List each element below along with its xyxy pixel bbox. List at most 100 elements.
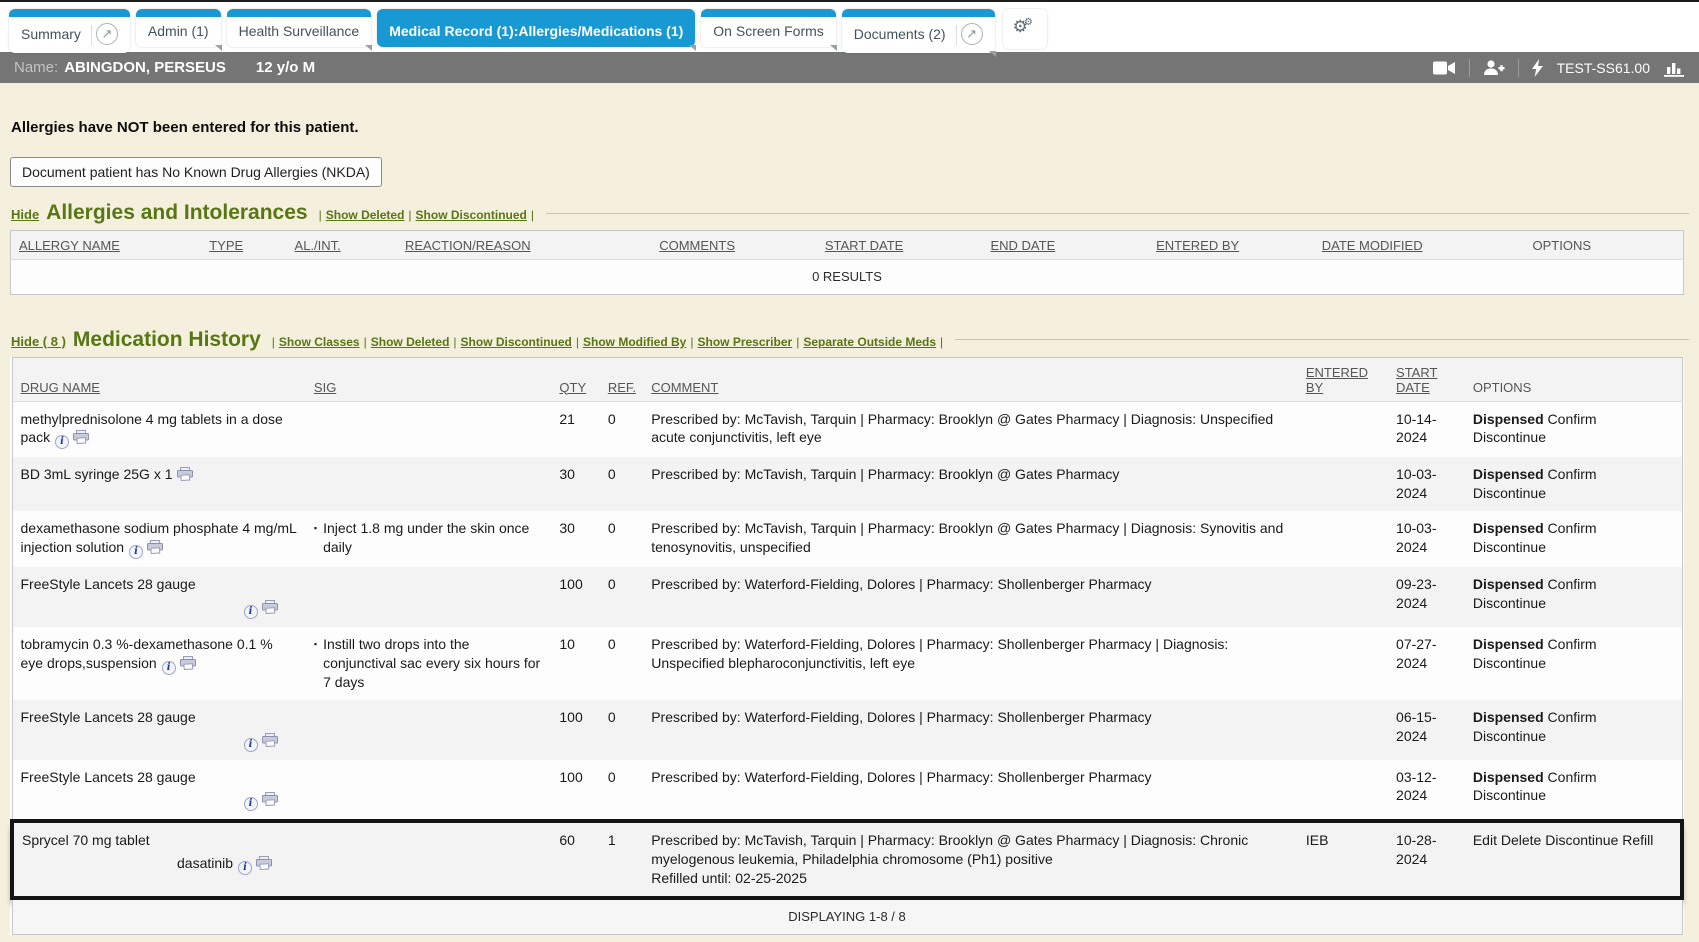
medication-column-qty[interactable]: QTY [551, 357, 599, 401]
nkda-button[interactable]: Document patient has No Known Drug Aller… [10, 157, 382, 187]
info-icon[interactable]: i [238, 861, 252, 875]
divider [1469, 59, 1470, 77]
medication-link-show-deleted[interactable]: Show Deleted [371, 335, 450, 349]
discontinue-action-link[interactable]: Discontinue [1545, 832, 1618, 848]
settings-button[interactable]: ⚙⚙ [1003, 9, 1047, 49]
printer-icon[interactable] [262, 733, 278, 752]
tab-medical-record-1-allergies-medications-1[interactable]: Medical Record (1):Allergies/Medications… [377, 9, 695, 47]
confirm-action-link[interactable]: Confirm [1548, 636, 1597, 652]
medication-column-ref-[interactable]: REF. [600, 357, 643, 401]
allergies-column-date-modified[interactable]: DATE MODIFIED [1314, 231, 1525, 260]
allergies-link-show-deleted[interactable]: Show Deleted [326, 208, 405, 222]
drug-name-cell: FreeStyle Lancets 28 gaugei [12, 567, 306, 627]
entered-by-cell [1298, 567, 1388, 627]
confirm-action-link[interactable]: Confirm [1548, 411, 1597, 427]
tab-health-surveillance[interactable]: Health Surveillance [227, 9, 372, 47]
ref-cell: 0 [600, 511, 643, 567]
confirm-action-link[interactable]: Confirm [1548, 709, 1597, 725]
discontinue-action-link[interactable]: Discontinue [1473, 787, 1546, 803]
lightning-bolt-icon[interactable] [1532, 59, 1544, 77]
allergies-column-allergy-name[interactable]: ALLERGY NAME [11, 231, 202, 260]
ref-cell: 0 [600, 700, 643, 760]
printer-icon[interactable] [147, 540, 163, 559]
tab-summary[interactable]: Summary ↗ [9, 9, 130, 53]
printer-icon[interactable] [180, 656, 196, 675]
comment-cell: Prescribed by: Waterford-Fielding, Dolor… [643, 627, 1298, 700]
medication-link-show-classes[interactable]: Show Classes [279, 335, 360, 349]
confirm-action-link[interactable]: Confirm [1548, 576, 1597, 592]
comment-text: Prescribed by: Waterford-Fielding, Dolor… [651, 708, 1290, 727]
tab-on-screen-forms[interactable]: On Screen Forms [701, 9, 835, 47]
printer-icon[interactable] [262, 792, 278, 811]
discontinue-action-link[interactable]: Discontinue [1473, 429, 1546, 445]
discontinue-action-link[interactable]: Discontinue [1473, 595, 1546, 611]
allergies-column-al-int-[interactable]: AL./INT. [287, 231, 397, 260]
discontinue-action-link[interactable]: Discontinue [1473, 485, 1546, 501]
printer-icon[interactable] [177, 467, 193, 486]
add-person-icon[interactable] [1483, 59, 1505, 76]
allergies-column-start-date[interactable]: START DATE [817, 231, 983, 260]
allergies-column-entered-by[interactable]: ENTERED BY [1148, 231, 1314, 260]
info-icon[interactable]: i [244, 738, 258, 752]
confirm-action-link[interactable]: Confirm [1548, 769, 1597, 785]
allergies-column-reaction-reason[interactable]: REACTION/REASON [397, 231, 651, 260]
info-icon[interactable]: i [244, 797, 258, 811]
video-camera-icon[interactable] [1433, 60, 1456, 76]
divider [91, 25, 92, 45]
edit-action-link[interactable]: Edit [1473, 832, 1497, 848]
medication-column-comment[interactable]: COMMENT [643, 357, 1298, 401]
bar-chart-icon[interactable] [1663, 59, 1685, 77]
medication-section-header: Hide ( 8 ) Medication History |Show Clas… [11, 328, 1689, 352]
allergies-link-show-discontinued[interactable]: Show Discontinued [416, 208, 527, 222]
allergies-column-type[interactable]: TYPE [201, 231, 286, 260]
allergies-hide-link[interactable]: Hide [11, 207, 39, 222]
tab-label: Summary [21, 26, 81, 42]
discontinue-action-link[interactable]: Discontinue [1473, 539, 1546, 555]
medication-column-sig[interactable]: SIG [306, 357, 551, 401]
info-icon[interactable]: i [162, 661, 176, 675]
printer-icon[interactable] [262, 600, 278, 619]
printer-icon[interactable] [73, 430, 89, 449]
info-icon[interactable]: i [55, 435, 69, 449]
delete-action-link[interactable]: Delete [1501, 832, 1541, 848]
qty-cell: 30 [551, 457, 599, 511]
confirm-action-link[interactable]: Confirm [1548, 466, 1597, 482]
tab-strip: Summary ↗ Admin (1)Health SurveillanceMedi… [0, 0, 1699, 52]
medication-link-show-modified-by[interactable]: Show Modified By [583, 335, 686, 349]
allergies-column-end-date[interactable]: END DATE [982, 231, 1148, 260]
info-icon[interactable]: i [129, 545, 143, 559]
info-icon[interactable]: i [244, 605, 258, 619]
medication-row: Sprycel 70 mg tabletdasatinibi601Prescri… [12, 821, 1682, 898]
printer-icon[interactable] [256, 856, 272, 875]
allergies-column-comments[interactable]: COMMENTS [651, 231, 817, 260]
confirm-action-link[interactable]: Confirm [1548, 520, 1597, 536]
divider [1518, 59, 1519, 77]
medication-column-drug-name[interactable]: DRUG NAME [12, 357, 306, 401]
medication-link-show-discontinued[interactable]: Show Discontinued [461, 335, 572, 349]
divider [546, 213, 1689, 214]
popout-arrow-icon[interactable]: ↗ [96, 23, 118, 45]
medication-hide-link[interactable]: Hide ( 8 ) [11, 334, 66, 349]
divider: | [408, 208, 411, 222]
refill-action-link[interactable]: Refill [1622, 832, 1653, 848]
allergies-results-row: 0 RESULTS [11, 260, 1684, 295]
sig-cell: ▪Instill two drops into the conjunctival… [306, 627, 551, 700]
ref-cell: 0 [600, 760, 643, 822]
medication-link-show-prescriber[interactable]: Show Prescriber [697, 335, 792, 349]
options-cell: Dispensed Confirm Discontinue [1465, 457, 1682, 511]
sig-cell [306, 700, 551, 760]
tab-admin-1[interactable]: Admin (1) [136, 9, 221, 47]
qty-cell: 100 [551, 760, 599, 822]
tab-documents-2[interactable]: Documents (2)↗ [842, 9, 995, 53]
qty-cell: 21 [551, 401, 599, 457]
medication-link-separate-outside-meds[interactable]: Separate Outside Meds [803, 335, 936, 349]
discontinue-action-link[interactable]: Discontinue [1473, 728, 1546, 744]
popout-arrow-icon[interactable]: ↗ [961, 23, 983, 45]
divider: | [453, 335, 456, 349]
comment-text: Prescribed by: McTavish, Tarquin | Pharm… [651, 410, 1290, 448]
start-date-cell: 10-03-2024 [1388, 511, 1465, 567]
divider: | [531, 208, 534, 222]
discontinue-action-link[interactable]: Discontinue [1473, 655, 1546, 671]
medication-column-start-date[interactable]: START DATE [1388, 357, 1465, 401]
medication-column-entered-by[interactable]: ENTERED BY [1298, 357, 1388, 401]
